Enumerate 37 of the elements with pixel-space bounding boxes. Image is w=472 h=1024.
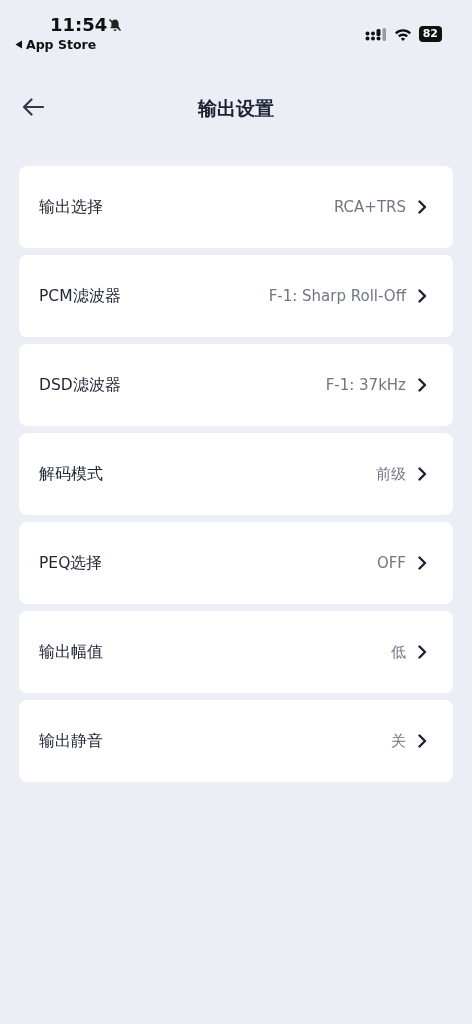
setting-value: F-1: Sharp Roll-Off xyxy=(268,287,406,305)
chevron-icon xyxy=(418,734,427,748)
wifi-icon xyxy=(393,27,412,41)
setting-label: PCM滤波器 xyxy=(39,285,122,307)
chevron-icon xyxy=(418,556,427,570)
signal-icon xyxy=(364,27,387,41)
settings-row[interactable]: PCM滤波器 F-1: Sharp Roll-Off xyxy=(19,255,453,337)
muted-bell-icon xyxy=(108,18,122,32)
setting-value: F-1: 37kHz xyxy=(325,376,406,394)
back-triangle-icon xyxy=(15,40,23,49)
setting-value: OFF xyxy=(376,554,406,572)
setting-label: 输出静音 xyxy=(39,730,104,752)
chevron-icon xyxy=(418,645,427,659)
settings-row[interactable]: PEQ选择 OFF xyxy=(19,522,453,604)
setting-label: DSD滤波器 xyxy=(39,374,122,396)
setting-label: PEQ选择 xyxy=(39,552,104,574)
chevron-icon xyxy=(418,200,427,214)
setting-value: 低 xyxy=(391,642,406,662)
setting-value: 关 xyxy=(391,731,406,751)
chevron-icon xyxy=(418,467,427,481)
settings-row[interactable]: 输出幅值 低 xyxy=(19,611,453,693)
back-arrow-icon[interactable] xyxy=(22,98,44,116)
setting-value: RCA+TRS xyxy=(333,198,406,216)
setting-label: 输出幅值 xyxy=(39,641,104,663)
setting-value: 前级 xyxy=(376,464,406,484)
chevron-icon xyxy=(418,378,427,392)
settings-row[interactable]: 输出静音 关 xyxy=(19,700,453,782)
chevron-icon xyxy=(418,289,427,303)
back-to-app-link[interactable]: App Store xyxy=(15,37,97,52)
settings-row[interactable]: 解码模式 前级 xyxy=(19,433,453,515)
setting-label: 解码模式 xyxy=(39,463,104,485)
settings-row[interactable]: 输出选择 RCA+TRS xyxy=(19,166,453,248)
setting-label: 输出选择 xyxy=(39,196,104,218)
battery-level: 82 xyxy=(418,26,442,42)
status-time: 11:54 xyxy=(50,14,108,35)
settings-row[interactable]: DSD滤波器 F-1: 37kHz xyxy=(19,344,453,426)
page-title: 输出设置 xyxy=(198,96,274,121)
